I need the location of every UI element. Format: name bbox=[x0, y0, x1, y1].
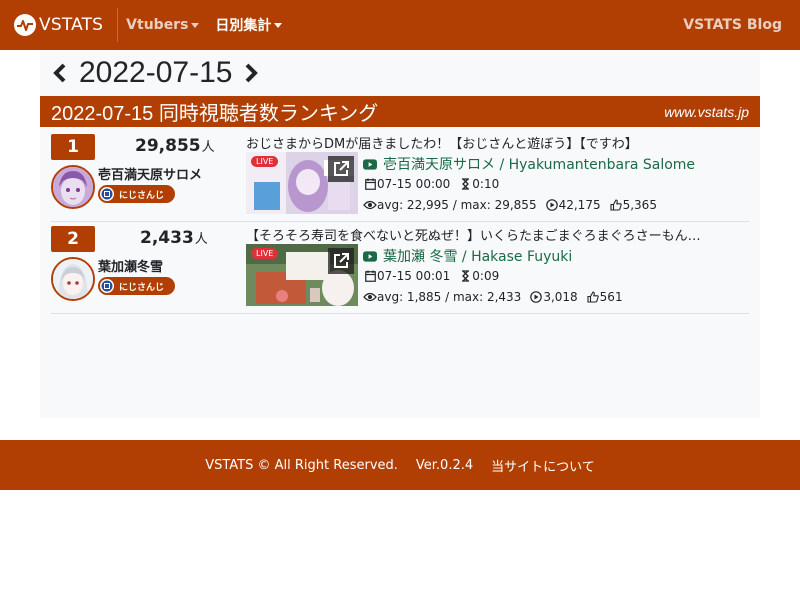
office-name: にじさんじ bbox=[119, 282, 165, 293]
avg-max-viewers: avg: 1,885 / max: 2,433 bbox=[377, 290, 522, 304]
live-tag: LIVE bbox=[251, 156, 279, 167]
office-badge[interactable]: にじさんじ bbox=[98, 277, 175, 295]
play-circle-icon bbox=[529, 290, 543, 304]
eye-icon bbox=[363, 290, 377, 304]
time-line: 07-15 00:00 0:10 bbox=[363, 177, 499, 191]
date-navigator: 2022-07-15 bbox=[51, 50, 260, 96]
start-time: 07-15 00:01 bbox=[377, 269, 451, 283]
office-badge[interactable]: にじさんじ bbox=[98, 185, 175, 203]
ranking-title: 2022-07-15 同時視聴者数ランキング bbox=[51, 103, 379, 125]
thumbs-up-icon bbox=[609, 198, 623, 212]
viewer-count: 29,855人 bbox=[135, 136, 245, 156]
viewer-count: 2,433人 bbox=[140, 228, 250, 248]
duration: 0:10 bbox=[472, 177, 500, 191]
external-link-icon[interactable] bbox=[328, 248, 354, 274]
ranking-row: 1 29,855人 壱百満天原サロメ にじさんじ おじさまからDMが届きましたわ… bbox=[51, 130, 749, 222]
chevron-right-icon[interactable] bbox=[242, 62, 260, 84]
vtuber-name[interactable]: 壱百満天原サロメ bbox=[98, 164, 202, 183]
avatar[interactable] bbox=[51, 165, 95, 209]
caret-down-icon bbox=[274, 22, 283, 28]
brand-name: VSTATS bbox=[39, 15, 104, 35]
view-count: 3,018 bbox=[543, 290, 578, 304]
calendar-icon bbox=[363, 269, 377, 283]
viewer-number: 2,433 bbox=[140, 228, 194, 248]
channel-link[interactable]: 葉加瀬 冬雪 / Hakase Fuyuki bbox=[383, 246, 572, 266]
top-navbar: VSTATS Vtubers 日別集計 VSTATS Blog bbox=[0, 0, 800, 50]
caret-down-icon bbox=[191, 22, 200, 28]
like-count: 5,365 bbox=[622, 198, 657, 212]
site-url: www.vstats.jp bbox=[664, 103, 749, 120]
stream-title[interactable]: おじさまからDMが届きましたわ！【おじさんと遊ぼう】【ですわ】 bbox=[246, 133, 741, 152]
copyright-text: VSTATS © All Right Reserved. bbox=[205, 457, 398, 473]
play-circle-icon bbox=[545, 198, 559, 212]
chevron-left-icon[interactable] bbox=[51, 62, 69, 84]
brand-link[interactable]: VSTATS bbox=[0, 8, 119, 42]
blog-link[interactable]: VSTATS Blog bbox=[683, 17, 782, 33]
external-link-icon[interactable] bbox=[328, 156, 354, 182]
live-tag: LIVE bbox=[251, 248, 279, 259]
viewer-number: 29,855 bbox=[135, 136, 201, 156]
nijisanji-logo-icon bbox=[100, 279, 114, 293]
stats-line: avg: 22,995 / max: 29,855 42,175 5,365 bbox=[363, 198, 657, 212]
eye-icon bbox=[363, 198, 377, 212]
ranking-row: 2 2,433人 葉加瀬冬雪 にじさんじ 【そろそろ寿司を食べないと死ぬぜ！】い… bbox=[51, 222, 749, 314]
main-content: 2022-07-15 2022-07-15 同時視聴者数ランキング www.vs… bbox=[40, 50, 760, 418]
like-count: 561 bbox=[599, 290, 623, 304]
nav-daily-dropdown[interactable]: 日別集計 bbox=[214, 15, 283, 35]
start-time: 07-15 00:00 bbox=[377, 177, 451, 191]
about-link[interactable]: 当サイトについて bbox=[491, 456, 595, 475]
youtube-icon bbox=[363, 249, 377, 263]
nav-daily-label: 日別集計 bbox=[215, 18, 272, 34]
time-line: 07-15 00:01 0:09 bbox=[363, 269, 499, 283]
current-date: 2022-07-15 bbox=[79, 56, 233, 89]
stream-title[interactable]: 【そろそろ寿司を食べないと死ぬぜ！】いくらたまごまぐろまぐろさーもん… bbox=[246, 225, 741, 244]
avg-max-viewers: avg: 22,995 / max: 29,855 bbox=[377, 198, 537, 212]
rank-badge: 1 bbox=[51, 134, 95, 160]
calendar-icon bbox=[363, 177, 377, 191]
stream-thumbnail[interactable]: LIVE bbox=[246, 152, 358, 214]
stream-thumbnail[interactable]: LIVE bbox=[246, 244, 358, 306]
pulse-logo-icon bbox=[14, 14, 36, 36]
office-name: にじさんじ bbox=[119, 190, 165, 201]
version-text: Ver.0.2.4 bbox=[415, 457, 474, 473]
thumbs-up-icon bbox=[586, 290, 600, 304]
channel-link[interactable]: 壱百満天原サロメ / Hyakumantenbara Salome bbox=[383, 154, 695, 174]
youtube-icon bbox=[363, 157, 377, 171]
viewer-unit: 人 bbox=[201, 140, 215, 155]
vtuber-name[interactable]: 葉加瀬冬雪 bbox=[98, 256, 163, 275]
duration: 0:09 bbox=[472, 269, 500, 283]
hourglass-icon bbox=[458, 177, 472, 191]
stats-line: avg: 1,885 / max: 2,433 3,018 561 bbox=[363, 290, 623, 304]
view-count: 42,175 bbox=[558, 198, 601, 212]
avatar[interactable] bbox=[51, 257, 95, 301]
channel-line: 壱百満天原サロメ / Hyakumantenbara Salome bbox=[363, 154, 695, 174]
channel-line: 葉加瀬 冬雪 / Hakase Fuyuki bbox=[363, 246, 572, 266]
rank-badge: 2 bbox=[51, 226, 95, 252]
viewer-unit: 人 bbox=[194, 232, 208, 247]
nav-vtubers-label: Vtubers bbox=[126, 17, 189, 33]
ranking-header: 2022-07-15 同時視聴者数ランキング www.vstats.jp bbox=[40, 96, 760, 127]
nijisanji-logo-icon bbox=[100, 187, 114, 201]
footer: VSTATS © All Right Reserved. Ver.0.2.4 当… bbox=[0, 440, 800, 490]
hourglass-icon bbox=[458, 269, 472, 283]
nav-vtubers-dropdown[interactable]: Vtubers bbox=[125, 17, 200, 33]
